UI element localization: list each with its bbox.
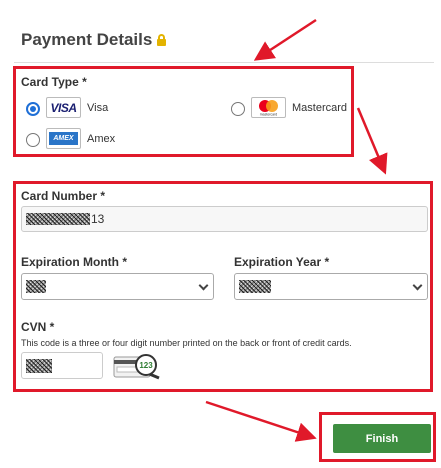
cvn-illustration-digits: 123: [139, 361, 153, 370]
finish-button[interactable]: Finish: [333, 424, 431, 453]
arrow-to-finish: [205, 400, 317, 442]
card-number-masked: [26, 213, 90, 225]
mastercard-label[interactable]: Mastercard: [292, 102, 347, 114]
expiration-month-label: Expiration Month *: [21, 255, 127, 269]
cvn-input[interactable]: [21, 352, 103, 379]
card-type-label: Card Type *: [21, 75, 87, 89]
cvn-masked: [26, 359, 52, 373]
expiration-month-masked: [26, 280, 46, 293]
amex-logo-icon[interactable]: AMEX: [46, 128, 81, 149]
mastercard-logo-icon[interactable]: mastercard: [251, 97, 286, 118]
expiration-year-select[interactable]: [234, 273, 428, 300]
cvn-card-back-icon: 123: [113, 354, 160, 380]
lock-icon: [157, 34, 167, 46]
page-title-text: Payment Details: [21, 30, 153, 49]
chevron-down-icon: [198, 280, 209, 291]
expiration-year-masked: [239, 280, 271, 293]
expiration-year-label: Expiration Year *: [234, 255, 330, 269]
amex-radio[interactable]: [26, 133, 40, 147]
expiration-month-select[interactable]: [21, 273, 214, 300]
mastercard-radio[interactable]: [231, 102, 245, 116]
mastercard-logo-text: mastercard: [260, 113, 278, 117]
visa-radio[interactable]: [26, 102, 40, 116]
amex-label[interactable]: Amex: [87, 133, 115, 145]
card-number-suffix: 13: [91, 212, 105, 226]
title-divider: [14, 62, 434, 63]
cvn-help-text: This code is a three or four digit numbe…: [21, 338, 352, 348]
cvn-label: CVN *: [21, 320, 55, 334]
arrow-to-card-details: [356, 107, 388, 175]
chevron-down-icon: [412, 280, 423, 291]
visa-logo-text: VISA: [50, 100, 77, 115]
visa-logo-icon[interactable]: VISA: [46, 97, 81, 118]
page-title: Payment Details: [21, 30, 167, 50]
visa-label[interactable]: Visa: [87, 102, 108, 114]
arrow-to-card-type: [253, 18, 317, 61]
card-number-input[interactable]: 13: [21, 206, 428, 232]
mastercard-circles-icon: mastercard: [259, 100, 278, 117]
amex-logo-text: AMEX: [49, 132, 78, 145]
card-number-label: Card Number *: [21, 189, 106, 203]
